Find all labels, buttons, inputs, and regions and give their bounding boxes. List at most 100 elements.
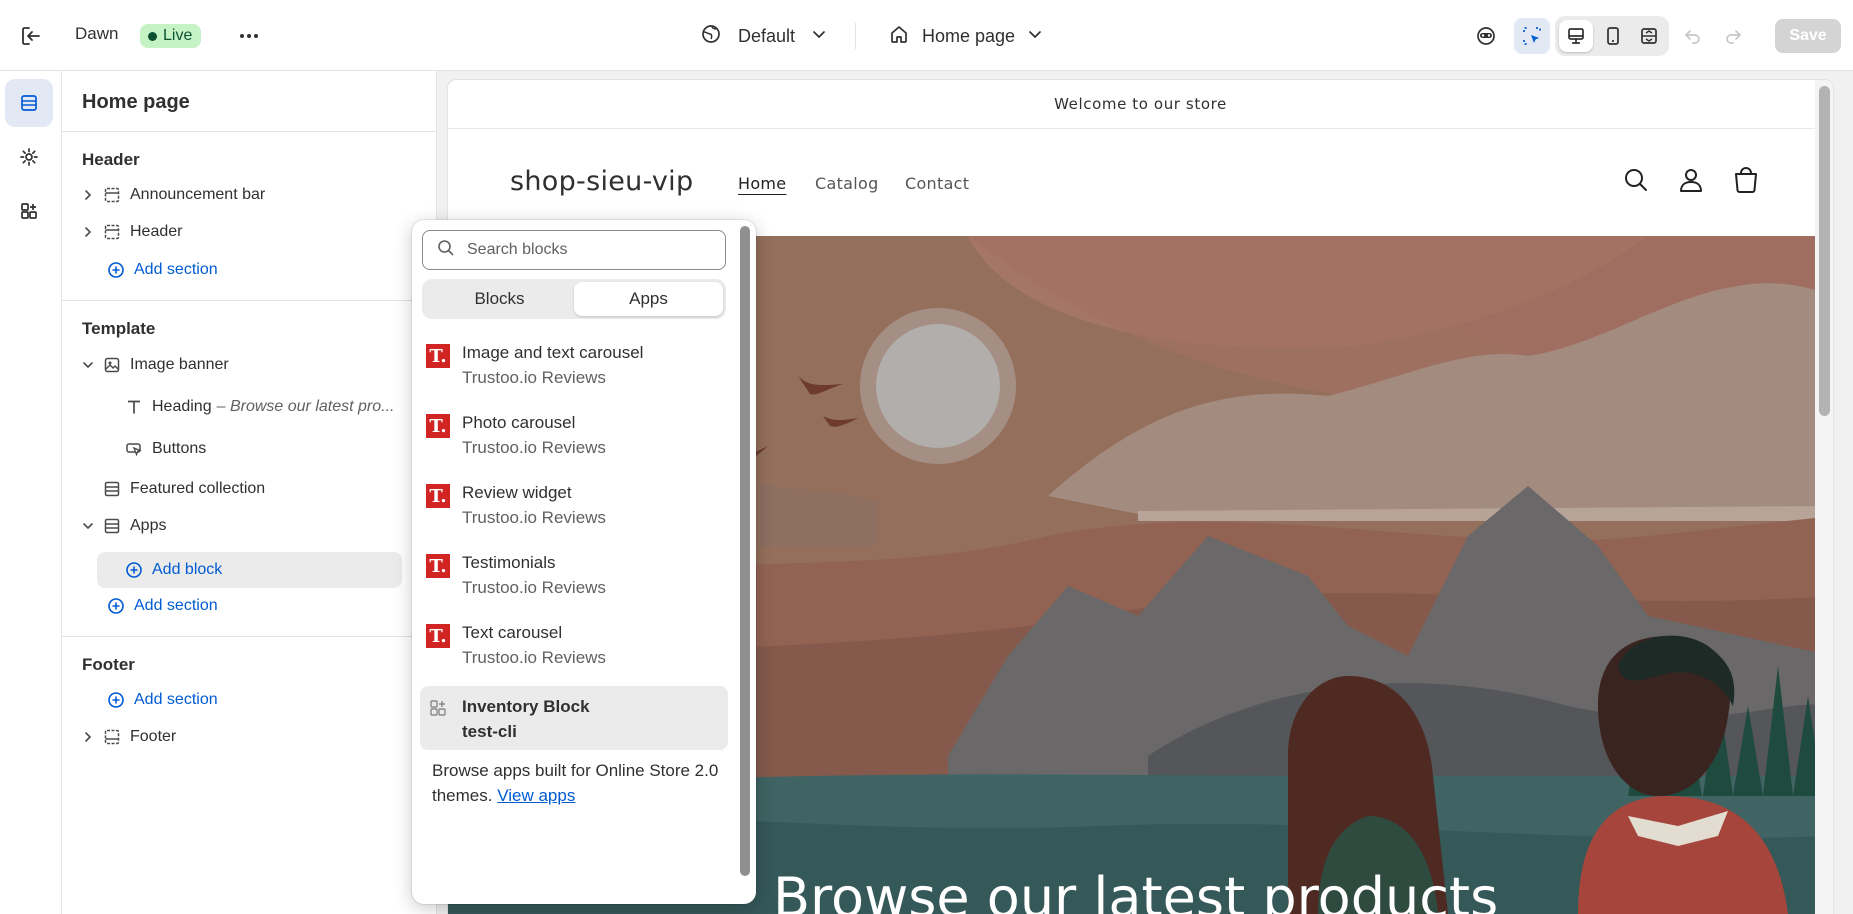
plus-circle-icon: [124, 560, 144, 580]
chevron-down-icon[interactable]: [78, 355, 98, 375]
tab-blocks[interactable]: Blocks: [425, 282, 574, 316]
section-apps[interactable]: Apps: [78, 509, 418, 543]
page-label: Home page: [922, 25, 1016, 46]
add-section-button[interactable]: Add section: [106, 683, 218, 717]
section-image-banner[interactable]: Image banner: [78, 348, 418, 382]
account-icon[interactable]: [1671, 160, 1711, 200]
chevron-down-icon[interactable]: [78, 516, 98, 536]
image-icon: [102, 355, 122, 375]
cart-icon[interactable]: [1726, 160, 1766, 200]
block-app-name: Trustoo.io Reviews: [462, 438, 606, 457]
block-app-name: Trustoo.io Reviews: [462, 508, 606, 527]
section-announcement-bar[interactable]: Announcement bar: [78, 178, 418, 212]
add-section-button[interactable]: Add section: [106, 253, 218, 287]
announcement-bar[interactable]: Welcome to our store: [448, 80, 1833, 129]
chevron-down-icon: [811, 26, 827, 47]
view-apps-link[interactable]: View apps: [497, 786, 575, 805]
section-icon: [102, 727, 122, 747]
search-blocks-input[interactable]: [467, 241, 707, 259]
globe-icon: [700, 23, 722, 50]
section-label: Image banner: [130, 356, 229, 373]
group-template-title: Template: [82, 319, 156, 338]
search-icon: [437, 239, 455, 262]
block-name: Text carousel: [462, 623, 563, 642]
section-icon: [102, 185, 122, 205]
trustoo-logo-icon: T.: [426, 344, 450, 368]
market-selector[interactable]: Default: [700, 22, 827, 50]
live-label: Live: [163, 27, 193, 44]
block-name: Image and text carousel: [462, 343, 644, 362]
app-block-item[interactable]: T. Testimonials Trustoo.io Reviews: [420, 542, 728, 606]
app-block-item[interactable]: T. Text carousel Trustoo.io Reviews: [420, 612, 728, 676]
block-name: Review widget: [462, 483, 572, 502]
app-embeds-icon[interactable]: [5, 187, 53, 235]
app-block-icon: [429, 699, 447, 717]
block-heading[interactable]: Heading – Browse our latest pro...: [124, 390, 424, 424]
section-featured-collection[interactable]: Featured collection: [102, 472, 422, 506]
top-bar: Dawn Live Default Home page Save: [0, 0, 1853, 71]
app-block-item[interactable]: T. Photo carousel Trustoo.io Reviews: [420, 402, 728, 466]
sections-icon[interactable]: [5, 79, 53, 127]
chevron-right-icon[interactable]: [78, 185, 98, 205]
search-icon[interactable]: [1616, 160, 1656, 200]
block-label: Buttons: [152, 440, 207, 457]
section-header[interactable]: Header: [78, 215, 418, 249]
exit-icon[interactable]: [18, 23, 44, 49]
store-logo[interactable]: shop-sieu-vip: [510, 166, 693, 197]
desktop-view-icon[interactable]: [1559, 20, 1593, 52]
sidekick-icon[interactable]: [1468, 18, 1504, 54]
section-icon: [102, 222, 122, 242]
block-app-name: Trustoo.io Reviews: [462, 578, 606, 597]
theme-settings-icon[interactable]: [5, 133, 53, 181]
group-header-title: Header: [82, 150, 140, 169]
tab-apps[interactable]: Apps: [574, 282, 723, 316]
sections-sidebar: Home page Header Announcement bar Header…: [62, 71, 437, 914]
toolbar-divider: [855, 23, 856, 49]
picker-scrollbar[interactable]: [740, 226, 750, 876]
section-icon: [102, 516, 122, 536]
add-section-button[interactable]: Add section: [106, 589, 218, 623]
more-actions-icon[interactable]: [235, 22, 263, 50]
trustoo-logo-icon: T.: [426, 414, 450, 438]
block-name: Testimonials: [462, 553, 556, 572]
block-buttons[interactable]: Buttons: [124, 432, 424, 466]
section-label: Announcement bar: [130, 186, 266, 203]
plus-circle-icon: [106, 260, 126, 280]
app-block-item[interactable]: T. Image and text carousel Trustoo.io Re…: [420, 332, 728, 396]
block-app-name: test-cli: [462, 722, 517, 741]
preview-scrollbar[interactable]: [1815, 80, 1833, 914]
add-block-label: Add block: [152, 561, 223, 578]
section-label: Footer: [130, 728, 177, 745]
app-block-item[interactable]: Inventory Block test-cli: [420, 686, 728, 750]
section-label: Header: [130, 223, 183, 240]
nav-link-contact[interactable]: Contact: [905, 174, 969, 193]
home-icon: [888, 23, 910, 50]
preview-scrollbar-thumb[interactable]: [1819, 86, 1830, 416]
chevron-right-icon[interactable]: [78, 222, 98, 242]
chevron-down-icon: [1027, 26, 1043, 47]
banner-heading[interactable]: Browse our latest products: [773, 866, 1498, 914]
trustoo-logo-icon: T.: [426, 624, 450, 648]
theme-name: Dawn: [75, 24, 119, 43]
add-block-button[interactable]: Add block: [97, 552, 402, 588]
undo-icon[interactable]: [1676, 18, 1710, 54]
app-block-item[interactable]: T. Review widget Trustoo.io Reviews: [420, 472, 728, 536]
market-label: Default: [738, 25, 796, 46]
section-label: Apps: [130, 517, 167, 534]
page-selector[interactable]: Home page: [888, 22, 1043, 50]
nav-link-home[interactable]: Home: [738, 174, 786, 193]
button-cursor-icon: [124, 439, 144, 459]
inspector-select-icon[interactable]: [1514, 18, 1550, 54]
fullscreen-view-icon[interactable]: [1632, 20, 1666, 52]
mobile-view-icon[interactable]: [1596, 20, 1630, 52]
plus-circle-icon: [106, 596, 126, 616]
nav-link-catalog[interactable]: Catalog: [815, 174, 879, 193]
text-icon: [124, 397, 144, 417]
save-button[interactable]: Save: [1775, 19, 1841, 53]
search-blocks-field[interactable]: [422, 230, 726, 270]
block-app-name: Trustoo.io Reviews: [462, 648, 606, 667]
section-footer[interactable]: Footer: [78, 720, 418, 754]
chevron-right-icon[interactable]: [78, 727, 98, 747]
redo-icon[interactable]: [1716, 18, 1750, 54]
browse-apps-text: Browse apps built for Online Store 2.0 t…: [432, 758, 722, 808]
